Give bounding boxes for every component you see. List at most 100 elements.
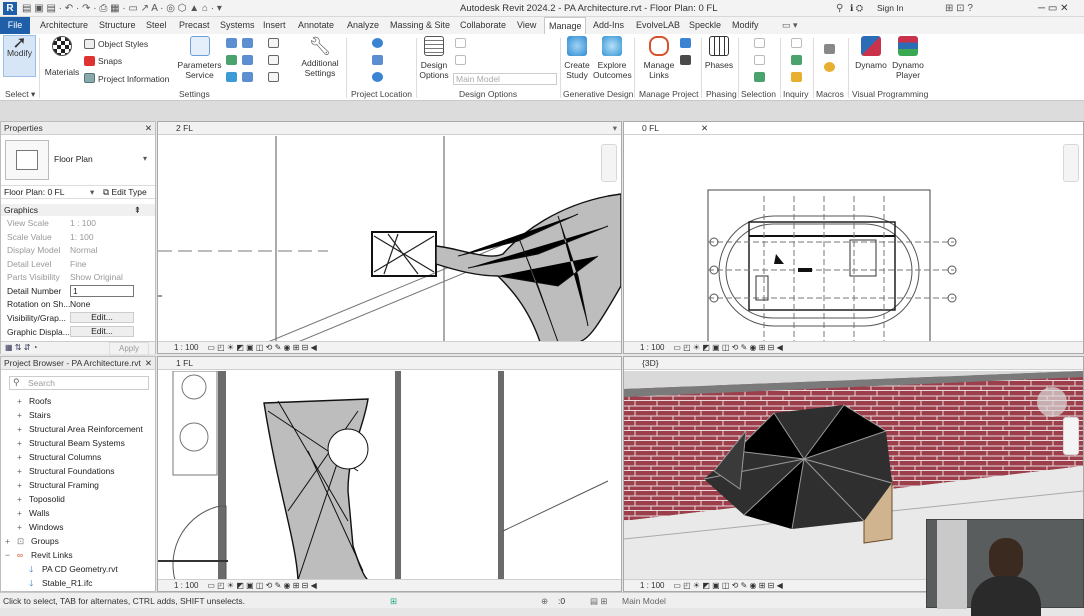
edit-type-button[interactable]: ⧉ Edit Type (103, 186, 147, 199)
macro-security-icon[interactable] (824, 62, 835, 72)
prop-scale-value[interactable]: Scale Value 1: 100 (1, 231, 154, 244)
navigation-bar[interactable] (1063, 144, 1079, 182)
phases-button[interactable]: Phases (704, 36, 734, 70)
tab-massing-site[interactable]: Massing & Site (386, 17, 454, 34)
ribbon-options-icon[interactable]: ▭ ▾ (778, 17, 802, 34)
macro-manager-icon[interactable] (824, 44, 835, 54)
design-options-button[interactable]: Design Options (418, 36, 450, 80)
chevron-down-icon[interactable]: ▾ (90, 186, 94, 199)
settings-small-icon-2[interactable] (242, 38, 253, 48)
view-control-bar[interactable]: 1 : 100 ▭ ◰ ☀ ◩ ▣ ◫ ⟲ ✎ ◉ ⊞ ⊟ ◀ (624, 341, 1083, 353)
worksets-icon[interactable]: ⊞ (390, 593, 397, 609)
tab-modify[interactable]: Modify (728, 17, 763, 34)
tree-item-groups[interactable]: + ⊡ Groups (1, 534, 151, 548)
graphics-section[interactable]: Graphics ⇞ (1, 204, 155, 216)
project-information-button[interactable]: Project Information (98, 74, 169, 84)
dynamo-button[interactable]: Dynamo (853, 36, 889, 70)
quick-access-toolbar[interactable]: ▤ ▣ ▤ · ↶ · ↷ · ⎙ ▦ · ▭ ↗ A · ◎ ⬡ ▲ ⌂ · … (22, 2, 222, 15)
settings-small-icon-7[interactable] (268, 38, 279, 48)
prop-detail-level[interactable]: Detail Level Fine (1, 258, 154, 271)
tab-annotate[interactable]: Annotate (294, 17, 338, 34)
view-tab-2fl[interactable]: 2 FL ▾ (158, 122, 621, 135)
close-icon[interactable]: ✕ (145, 122, 152, 135)
tab-analyze[interactable]: Analyze (343, 17, 383, 34)
main-model-status[interactable]: Main Model (622, 593, 666, 609)
tree-item-walls[interactable]: + Walls (1, 506, 151, 520)
prop-view-scale[interactable]: View Scale 1 : 100 (1, 217, 154, 230)
prop-rotation[interactable]: Rotation on Sh... None (1, 298, 154, 311)
view-0fl[interactable]: 0 FL ✕ 1 : 100 ▭ ◰ ☀ ◩ ▣ ◫ ⟲ ✎ ◉ ⊞ ⊟ ◀ (623, 121, 1084, 354)
tab-precast[interactable]: Precast (175, 17, 214, 34)
settings-small-icon-4[interactable] (242, 55, 253, 65)
user-icon[interactable]: ℹ ⛭ (850, 2, 863, 15)
settings-small-icon-9[interactable] (268, 72, 279, 82)
tree-item-structural-framing[interactable]: + Structural Framing (1, 478, 151, 492)
close-icon[interactable]: ✕ (145, 357, 152, 370)
tree-item-link-stable-r1[interactable]: 🡓 Stable_R1.ifc (1, 576, 151, 590)
view-control-bar[interactable]: 1 : 100 ▭ ◰ ☀ ◩ ▣ ◫ ⟲ ✎ ◉ ⊞ ⊟ ◀ (158, 579, 621, 591)
chevron-down-icon[interactable]: ▾ (143, 154, 147, 163)
tree-item-revit-links[interactable]: − ∞ Revit Links (1, 548, 151, 562)
selection-edit-icon[interactable] (754, 72, 765, 82)
instance-filter[interactable]: Floor Plan: 0 FL (4, 186, 64, 199)
tree-item-toposolid[interactable]: + Toposolid (1, 492, 151, 506)
settings-small-icon-3[interactable] (226, 55, 237, 65)
type-selector[interactable]: Floor Plan (54, 154, 93, 164)
sign-in-link[interactable]: Sign In (877, 2, 903, 15)
view-2fl[interactable]: 2 FL ▾ 1 : 100 ▭ ◰ ☀ ◩ ▣ ◫ ⟲ ✎ ◉ ⊞ ⊟ ◀ (157, 121, 622, 354)
tree-item-structural-columns[interactable]: + Structural Columns (1, 450, 151, 464)
window-controls[interactable]: ─ ▭ ✕ (1038, 2, 1068, 15)
tab-structure[interactable]: Structure (95, 17, 140, 34)
ids-of-selection-icon[interactable] (791, 55, 802, 65)
design-options-status-icon[interactable]: ⊕ (541, 593, 548, 609)
tree-item-windows[interactable]: + Windows (1, 520, 151, 534)
tab-steel[interactable]: Steel (142, 17, 171, 34)
settings-small-icon-1[interactable] (226, 38, 237, 48)
tab-speckle[interactable]: Speckle (685, 17, 725, 34)
dynamo-player-button[interactable]: Dynamo Player (889, 36, 927, 80)
settings-small-icon-6[interactable] (242, 72, 253, 82)
main-model-dropdown[interactable]: Main Model (453, 73, 557, 85)
cart-icon[interactable]: ⊞ ⊡ ? (945, 2, 973, 15)
view-tab-0fl[interactable]: 0 FL ✕ (624, 122, 1083, 135)
tab-insert[interactable]: Insert (259, 17, 290, 34)
modify-button[interactable]: ➚ Modify (3, 34, 36, 77)
tree-item-roofs[interactable]: + Roofs (1, 394, 151, 408)
select-dropdown[interactable]: Select ▾ (5, 89, 35, 100)
snaps-button[interactable]: Snaps (98, 56, 122, 66)
tree-item-structural-beam-systems[interactable]: + Structural Beam Systems (1, 436, 151, 450)
navigation-bar[interactable] (601, 144, 617, 182)
additional-settings-button[interactable]: 🔧︎ Additional Settings (298, 36, 342, 78)
selection-load-icon[interactable] (754, 55, 765, 65)
manage-images-icon[interactable] (680, 38, 691, 48)
select-by-id-icon[interactable] (791, 38, 802, 48)
prop-detail-number[interactable]: Detail Number 1 (1, 285, 154, 298)
design-option-add-icon[interactable] (455, 38, 466, 48)
view-control-bar[interactable]: 1 : 100 ▭ ◰ ☀ ◩ ▣ ◫ ⟲ ✎ ◉ ⊞ ⊟ ◀ (158, 341, 621, 353)
tree-item-stairs[interactable]: + Stairs (1, 408, 151, 422)
position-icon[interactable] (372, 72, 383, 82)
warnings-icon[interactable] (791, 72, 802, 82)
tree-item-link-pa-cd-geometry[interactable]: 🡓 PA CD Geometry.rvt (1, 562, 151, 576)
tab-view[interactable]: View (513, 17, 540, 34)
prop-graphic-display[interactable]: Graphic Displa... Edit... (1, 326, 154, 339)
tab-manage[interactable]: Manage (544, 17, 586, 34)
settings-small-icon-8[interactable] (268, 55, 279, 65)
search-input[interactable]: Search (9, 376, 149, 390)
parameters-service-button[interactable]: Parameters Service (177, 36, 222, 80)
close-icon[interactable]: ✕ (701, 122, 708, 135)
viewcube-icon[interactable] (1037, 387, 1067, 417)
design-option-pick-icon[interactable] (455, 55, 466, 65)
location-icon[interactable] (372, 38, 383, 48)
search-icon[interactable]: ⚲ (836, 2, 843, 15)
tree-item-structural-foundations[interactable]: + Structural Foundations (1, 464, 151, 478)
prop-parts-visibility[interactable]: Parts Visibility Show Original (1, 271, 154, 284)
object-styles-button[interactable]: Object Styles (98, 39, 148, 49)
settings-small-icon-5[interactable] (226, 72, 237, 82)
materials-button[interactable]: Materials (42, 36, 82, 77)
properties-help-icons[interactable]: ▦ ⇅ ⇵ ◔ (5, 342, 37, 354)
manage-links-button[interactable]: Manage Links (642, 36, 676, 80)
tab-collaborate[interactable]: Collaborate (456, 17, 510, 34)
tab-evolvelab[interactable]: EvolveLAB (632, 17, 684, 34)
coordinates-icon[interactable] (372, 55, 383, 65)
